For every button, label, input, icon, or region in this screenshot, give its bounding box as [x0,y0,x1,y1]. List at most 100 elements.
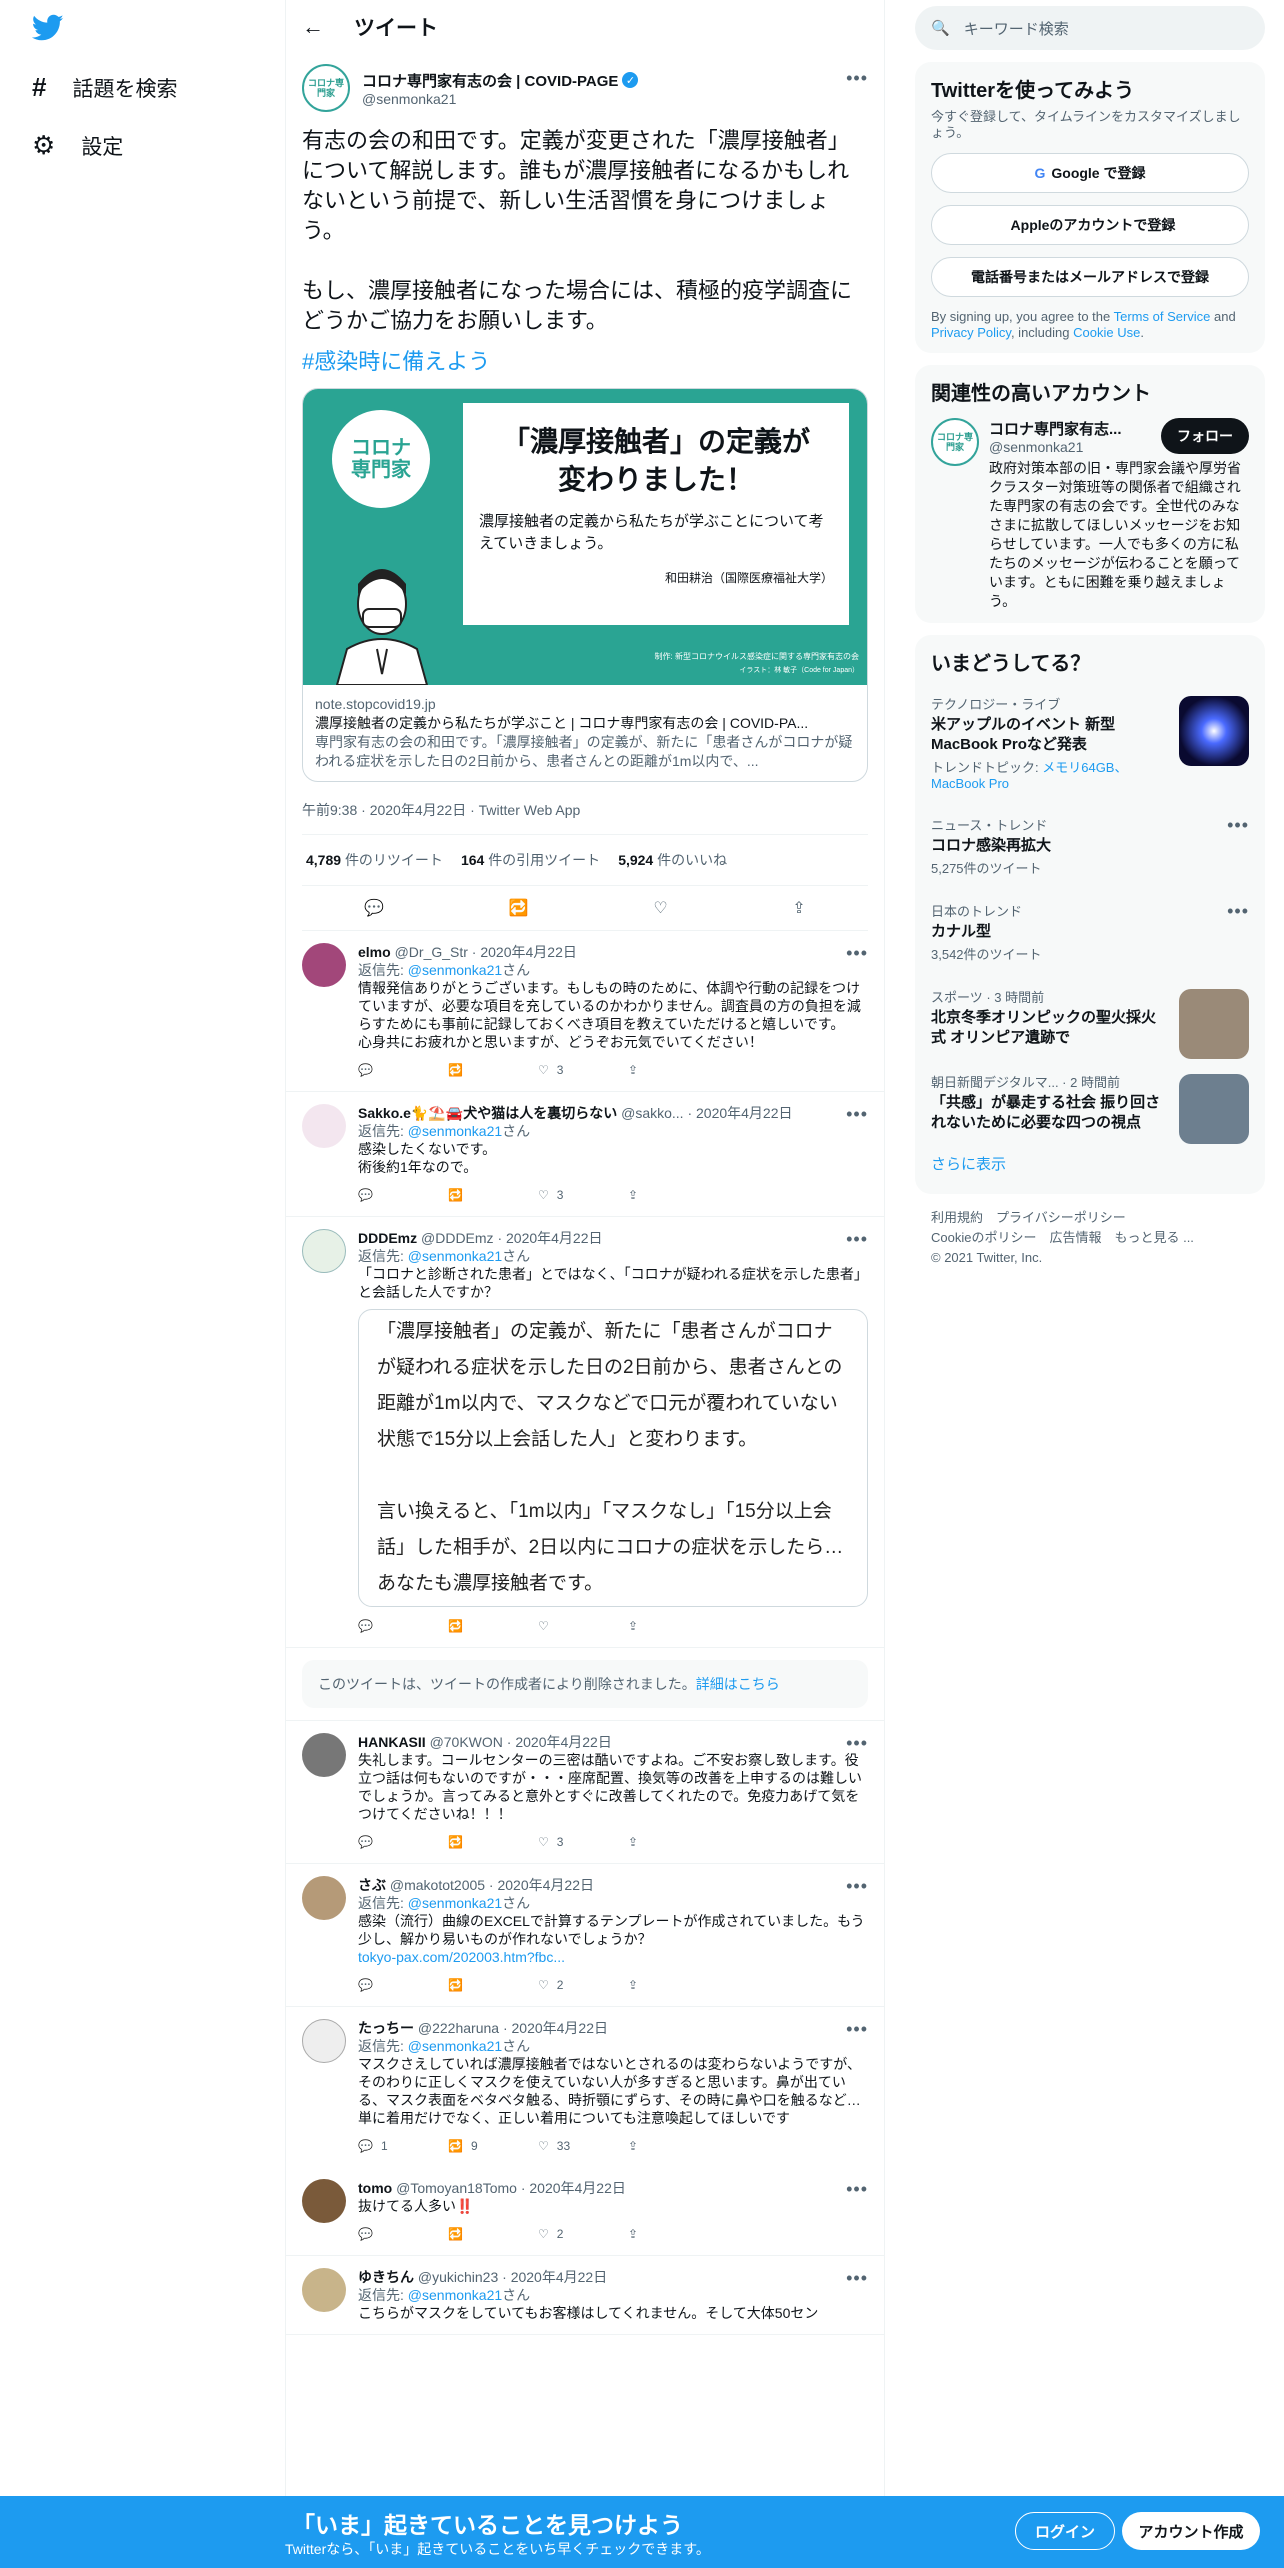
follow-button[interactable]: フォロー [1161,418,1249,454]
retweet-icon[interactable]: 🔁 [509,898,529,918]
retweet-count[interactable]: 4,789 件のリツイート [306,850,443,870]
quote-image[interactable]: 「濃厚接触者」の定義が、新たに「患者さんがコロナが疑われる症状を示した日の2日前… [358,1309,868,1607]
hashtag-link[interactable]: #感染時に備えよう [302,344,868,376]
deleted-details-link[interactable]: 詳細はこちら [696,1676,780,1692]
nav-explore[interactable]: # 話題を検索 [32,72,177,103]
reply-author-name[interactable]: Sakko.e🐈⛱️🚘犬や猫は人を裏切らない [358,1105,617,1121]
privacy-link[interactable]: Privacy Policy [931,325,1011,340]
reply-icon[interactable]: 💬 [358,1976,448,1994]
reply-icon[interactable]: 💬 [358,1061,448,1079]
retweet-icon[interactable]: 🔁 9 [448,2137,538,2155]
back-arrow-icon[interactable]: ← [302,14,324,40]
like-icon[interactable]: ♡ 3 [538,1186,628,1204]
terms-link[interactable]: Terms of Service [1114,309,1211,324]
reply-item[interactable]: tomo @Tomoyan18Tomo · 2020年4月22日 抜けてる人多い… [286,2167,884,2256]
trend-item[interactable]: スポーツ · 3 時間前 北京冬季オリンピックの聖火採火式 オリンピア遺跡で [931,975,1249,1060]
more-options-icon[interactable]: ••• [846,1229,868,1250]
reply-icon[interactable]: 💬 [358,1617,448,1635]
more-options-icon[interactable]: ••• [846,1876,868,1897]
avatar[interactable] [302,1104,346,1148]
reply-item[interactable]: elmo @Dr_G_Str · 2020年4月22日 返信先: @senmon… [286,931,884,1092]
reply-author-name[interactable]: たっちー [358,2020,414,2036]
tweet-timestamp[interactable]: 午前9:38 · 2020年4月22日 · Twitter Web App [302,782,868,835]
reply-to-user[interactable]: @senmonka21 [408,2038,502,2054]
login-button[interactable]: ログイン [1015,2512,1115,2550]
like-count[interactable]: 5,924 件のいいね [618,850,727,870]
avatar[interactable] [302,2019,346,2063]
avatar[interactable] [302,943,346,987]
retweet-icon[interactable]: 🔁 [448,1976,538,1994]
reply-author-name[interactable]: elmo [358,944,391,960]
cookie-link[interactable]: Cookie Use [1073,325,1140,340]
phone-signup-button[interactable]: 電話番号またはメールアドレスで登録 [931,257,1249,297]
retweet-icon[interactable]: 🔁 [448,1617,538,1635]
more-options-icon[interactable]: ••• [1227,815,1249,836]
author-handle[interactable]: @senmonka21 [362,91,638,107]
reply-item[interactable]: さぶ @makotot2005 · 2020年4月22日 返信先: @senmo… [286,1864,884,2007]
reply-item[interactable]: たっちー @222haruna · 2020年4月22日 返信先: @senmo… [286,2007,884,2167]
retweet-icon[interactable]: 🔁 [448,2225,538,2243]
nav-settings[interactable]: ⚙ 設定 [32,130,123,161]
share-icon[interactable]: ⇪ [628,1186,718,1204]
reply-to-user[interactable]: @senmonka21 [408,1895,502,1911]
retweet-icon[interactable]: 🔁 [448,1061,538,1079]
more-options-icon[interactable]: ••• [1227,901,1249,922]
search-input[interactable]: 🔍 キーワード検索 [915,6,1265,50]
reply-to-user[interactable]: @senmonka21 [408,1248,502,1264]
like-icon[interactable]: ♡ 33 [538,2137,628,2155]
retweet-icon[interactable]: 🔁 [448,1186,538,1204]
link-card[interactable]: コロナ専門家 「濃厚接触者」の定義が変わりました！ 濃厚接触者の定義から私たちが… [302,388,868,782]
trend-item[interactable]: 日本のトレンド カナル型 3,542件のツイート ••• [931,889,1249,975]
reply-to-user[interactable]: @senmonka21 [408,1123,502,1139]
reply-author-name[interactable]: tomo [358,2180,392,2196]
reply-author-name[interactable]: DDDEmz [358,1230,417,1246]
signup-button[interactable]: アカウント作成 [1122,2512,1260,2550]
like-icon[interactable]: ♡ [538,1617,628,1635]
reply-icon[interactable]: 💬 1 [358,2137,448,2155]
quote-count[interactable]: 164 件の引用ツイート [461,850,600,870]
reply-author-name[interactable]: HANKASII [358,1734,426,1750]
more-options-icon[interactable]: ••• [846,943,868,964]
trend-item[interactable]: 朝日新聞デジタルマ... · 2 時間前 「共感」が暴走する社会 振り回されない… [931,1060,1249,1145]
more-options-icon[interactable]: ••• [846,68,868,89]
reply-item[interactable]: Sakko.e🐈⛱️🚘犬や猫は人を裏切らない @sakko... · 2020年… [286,1092,884,1217]
share-icon[interactable]: ⇪ [628,1061,718,1079]
reply-icon[interactable]: 💬 [358,2225,448,2243]
share-icon[interactable]: ⇪ [628,2137,718,2155]
share-icon[interactable]: ⇪ [628,1617,718,1635]
reply-item[interactable]: HANKASII @70KWON · 2020年4月22日 失礼します。コールセ… [286,1721,884,1864]
reply-to-user[interactable]: @senmonka21 [408,2287,502,2303]
share-icon[interactable]: ⇪ [628,1833,718,1851]
avatar[interactable]: コロナ専門家 [302,64,350,112]
retweet-icon[interactable]: 🔁 [448,1833,538,1851]
trend-item[interactable]: ニュース・トレンド コロナ感染再拡大 5,275件のツイート ••• [931,803,1249,889]
show-more-link[interactable]: さらに表示 [931,1145,1249,1182]
reply-author-name[interactable]: さぶ [358,1877,386,1893]
like-icon[interactable]: ♡ [653,898,667,918]
share-icon[interactable]: ⇪ [628,1976,718,1994]
reply-author-name[interactable]: ゆきちん [358,2269,414,2285]
avatar[interactable] [302,2268,346,2312]
reply-icon[interactable]: 💬 [358,1186,448,1204]
reply-icon[interactable]: 💬 [364,898,384,918]
like-icon[interactable]: ♡ 3 [538,1833,628,1851]
trend-item[interactable]: テクノロジー・ライブ 米アップルのイベント 新型MacBook Proなど発表 … [931,682,1249,803]
apple-signup-button[interactable]: Appleのアカウントで登録 [931,205,1249,245]
more-options-icon[interactable]: ••• [846,2179,868,2200]
twitter-logo-icon[interactable] [31,14,64,47]
reply-item[interactable]: DDDEmz @DDDEmz · 2020年4月22日 返信先: @senmon… [286,1217,884,1648]
avatar[interactable]: コロナ専門家 [931,418,979,466]
reply-to-user[interactable]: @senmonka21 [408,962,502,978]
like-icon[interactable]: ♡ 3 [538,1061,628,1079]
more-options-icon[interactable]: ••• [846,1733,868,1754]
avatar[interactable] [302,1876,346,1920]
more-options-icon[interactable]: ••• [846,2019,868,2040]
reply-item[interactable]: ゆきちん @yukichin23 · 2020年4月22日 返信先: @senm… [286,2256,884,2335]
more-options-icon[interactable]: ••• [846,1104,868,1125]
footer-links-2[interactable]: Cookieのポリシー 広告情報 もっと見る ... [931,1228,1265,1248]
reply-icon[interactable]: 💬 [358,1833,448,1851]
reply-link[interactable]: tokyo-pax.com/202003.htm?fbc... [358,1949,565,1965]
like-icon[interactable]: ♡ 2 [538,1976,628,1994]
more-options-icon[interactable]: ••• [846,2268,868,2289]
footer-links-1[interactable]: 利用規約 プライバシーポリシー [931,1208,1265,1228]
